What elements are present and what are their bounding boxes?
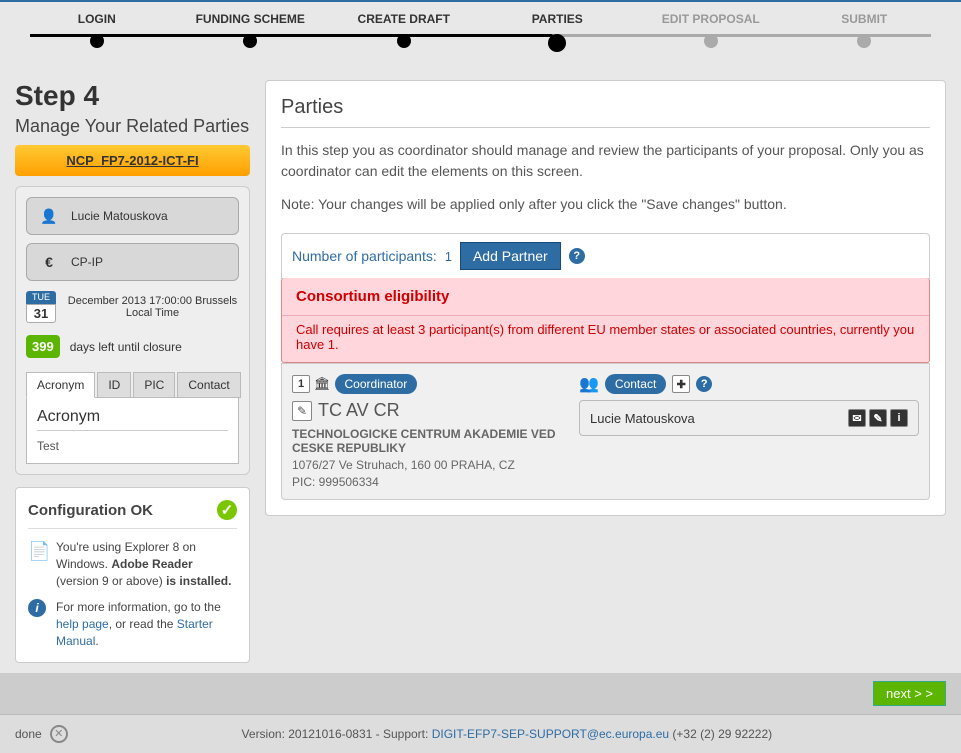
alert-body: Call requires at least 3 participant(s) … [282,315,929,362]
config-info-text: For more information, go to the help pag… [56,599,237,649]
org-pic: PIC: 999506334 [292,475,569,489]
tab-pic[interactable]: PIC [133,372,175,398]
next-button[interactable]: next > > [873,681,946,706]
add-partner-button[interactable]: Add Partner [460,242,561,270]
euro-icon: € [37,250,61,274]
deadline-text: December 2013 17:00:00 Brussels Local Ti… [66,295,239,319]
scheme-value: CP-IP [71,255,103,269]
alert-title: Consortium eligibility [282,278,929,315]
info-icon: i [28,599,46,617]
support-email-link[interactable]: DIGIT-EFP7-SEP-SUPPORT@ec.europa.eu [432,727,669,741]
scheme-pill[interactable]: € CP-IP [26,243,239,281]
progress-step-funding-scheme[interactable]: FUNDING SCHEME [174,12,328,55]
acronym-label: Acronym [37,408,228,426]
config-browser-text: You're using Explorer 8 on Windows. Adob… [56,539,237,589]
help-page-link[interactable]: help page [56,617,109,631]
sidebar-tabs: AcronymIDPICContact [26,372,239,398]
participants-count: 1 [445,249,452,264]
participants-toolbar: Number of participants: 1 Add Partner ? [281,233,930,279]
org-fullname: TECHNOLOGICKE CENTRUM AKADEMIE VED CESKE… [292,427,569,455]
footer: done ✕ Version: 20121016-0831 - Support:… [0,714,961,753]
user-pill[interactable]: 👤 Lucie Matouskova [26,197,239,235]
org-acronym: TC AV CR [318,400,400,421]
progress-bar: LOGINFUNDING SCHEMECREATE DRAFTPARTIESED… [0,0,961,70]
contact-help-icon[interactable]: ? [696,376,712,392]
calendar-icon: TUE 31 [26,291,56,323]
edit-contact-button[interactable]: ✎ [869,409,887,427]
progress-step-create-draft[interactable]: CREATE DRAFT [327,12,481,55]
footer-center: Version: 20121016-0831 - Support: DIGIT-… [242,727,773,741]
pdf-icon: 📄 [28,539,46,589]
tab-acronym[interactable]: Acronym [26,372,95,398]
days-left-badge: 399 [26,335,60,358]
config-heading: Configuration OK [28,502,153,519]
config-panel: Configuration OK ✓ 📄 You're using Explor… [15,487,250,663]
party-number: 1 [292,375,310,393]
deadline-row: TUE 31 December 2013 17:00:00 Brussels L… [26,289,239,325]
close-icon[interactable]: ✕ [50,725,68,743]
mail-icon[interactable]: ✉ [848,409,866,427]
progress-step-submit[interactable]: SUBMIT [788,12,942,55]
progress-step-edit-proposal[interactable]: EDIT PROPOSAL [634,12,788,55]
tab-content: Acronym Test [26,397,239,464]
step-title: Step 4 [15,80,250,112]
info-card: 👤 Lucie Matouskova € CP-IP TUE 31 Decemb… [15,186,250,475]
progress-step-login[interactable]: LOGIN [20,12,174,55]
check-icon: ✓ [217,500,237,520]
info-contact-button[interactable]: i [890,409,908,427]
contact-row: Lucie Matouskova ✉ ✎ i [579,400,919,436]
party-row: 1 🏛 Coordinator ✎ TC AV CR TECHNOLOGICKE… [281,363,930,500]
step-subtitle: Manage Your Related Parties [15,116,250,137]
days-left-row: 399 days left until closure [26,333,239,360]
tab-id[interactable]: ID [97,372,131,398]
call-id-banner[interactable]: NCP_FP7-2012-ICT-FI [15,145,250,176]
eligibility-alert: Consortium eligibility Call requires at … [281,278,930,363]
user-name: Lucie Matouskova [71,209,168,223]
edit-org-button[interactable]: ✎ [292,401,312,421]
acronym-value: Test [37,439,228,453]
done-label: done [15,727,42,741]
days-left-text: days left until closure [70,340,182,354]
contact-icon: 👥 [579,374,599,394]
intro-text-1: In this step you as coordinator should m… [281,140,930,182]
user-icon: 👤 [37,204,61,228]
participants-label: Number of participants: [292,248,437,264]
add-contact-button[interactable]: ✚ [672,375,690,393]
contact-badge: Contact [605,374,666,394]
tab-contact[interactable]: Contact [177,372,240,398]
next-bar: next > > [0,673,961,714]
org-address: 1076/27 Ve Struhach, 160 00 PRAHA, CZ [292,458,569,472]
intro-text-2: Note: Your changes will be applied only … [281,194,930,215]
role-badge: Coordinator [335,374,418,394]
contact-name: Lucie Matouskova [590,411,695,426]
building-icon: 🏛 [314,376,331,392]
page-title: Parties [281,96,930,128]
help-icon[interactable]: ? [569,248,585,264]
progress-step-parties[interactable]: PARTIES [481,12,635,55]
